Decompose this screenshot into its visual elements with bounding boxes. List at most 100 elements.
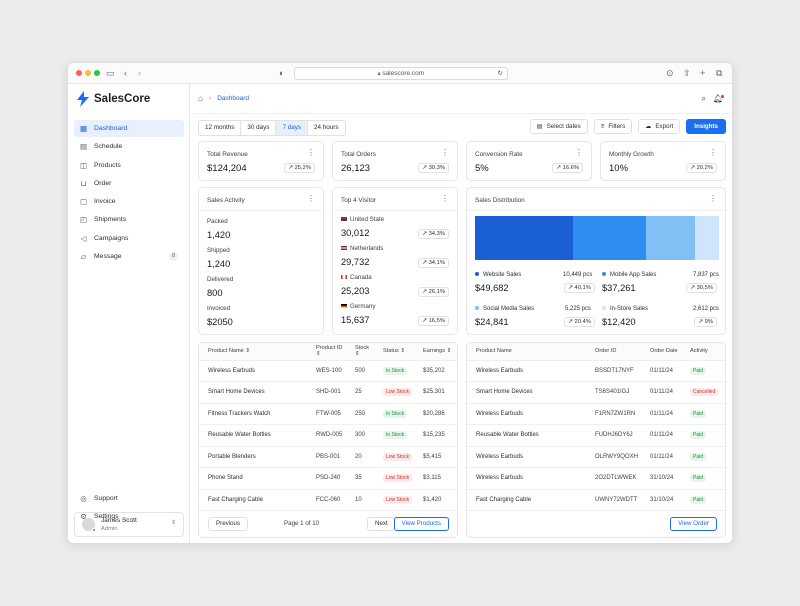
filters-button[interactable]: ≡ Filters bbox=[593, 119, 633, 134]
table-pagination: Previous Page 1 of 10 Next View Products bbox=[199, 509, 457, 537]
kpi-label: Monthly Growth bbox=[609, 151, 654, 158]
product-name: Fitness Trackers Watch bbox=[199, 403, 307, 425]
product-name: Portable Blenders bbox=[199, 446, 307, 468]
column-header[interactable]: Activity bbox=[681, 343, 725, 361]
sidebar-item-message[interactable]: ▱ Message 8 bbox=[74, 248, 184, 265]
more-icon[interactable]: ⋮ bbox=[441, 195, 449, 203]
breadcrumb[interactable]: Dashboard bbox=[217, 95, 249, 102]
sidebar-item-invoice[interactable]: ▢ Invoice bbox=[74, 193, 184, 210]
table-row[interactable]: Reusable Water Bottles FUDHJ6DY6J 01/11/24… bbox=[467, 424, 725, 447]
sidebar-item-label: Invoice bbox=[94, 198, 116, 206]
column-header[interactable]: Order Date bbox=[641, 343, 681, 361]
maximize-window-button[interactable] bbox=[94, 70, 100, 76]
divider bbox=[333, 210, 457, 211]
more-icon[interactable]: ⋮ bbox=[709, 149, 717, 157]
top-visitor-card: Top 4 Visitor ⋮ United State 30,012 ↗ 34… bbox=[332, 187, 458, 335]
distribution-segment[interactable] bbox=[694, 216, 719, 260]
column-header[interactable]: Order ID bbox=[586, 343, 641, 361]
range-7-days[interactable]: 7 days bbox=[276, 121, 309, 135]
chevron-updown-icon[interactable]: ⇕ bbox=[171, 519, 176, 526]
sidebar-item-schedule[interactable]: ▤ Schedule bbox=[74, 138, 184, 155]
table-row[interactable]: Smart Home Devices TS6S401IGJ 01/11/24 Canc… bbox=[467, 381, 725, 404]
search-icon[interactable]: ⌕ bbox=[702, 94, 706, 104]
segment-change-badge: ↗ 20.4% bbox=[564, 317, 595, 327]
sidebar-item-label: Shipments bbox=[94, 216, 127, 224]
arrow-up-icon: ↗ bbox=[698, 319, 703, 325]
close-window-button[interactable] bbox=[76, 70, 82, 76]
table-row[interactable]: Wireless Earbuds WES-100 500 In Stock $35,20… bbox=[199, 360, 457, 382]
column-header[interactable]: Status ⇕ bbox=[374, 343, 414, 361]
column-header-label: Status bbox=[383, 348, 399, 355]
select-dates-label: Select dates bbox=[546, 123, 581, 130]
view-order-button[interactable]: View Order bbox=[670, 517, 717, 531]
sidebar-item-order[interactable]: ⊔ Order bbox=[74, 175, 184, 192]
table-row[interactable]: Wireless Earbuds BSSDT17NYF 01/11/24 Paid bbox=[467, 360, 725, 382]
table-row[interactable]: Phone Stand PSD-240 35 Low Stock $3,115 bbox=[199, 467, 457, 490]
more-icon[interactable]: ⋮ bbox=[709, 195, 717, 203]
minimize-window-button[interactable] bbox=[85, 70, 91, 76]
table-row[interactable]: Fast Charging Cable FCC-060 10 Low Stock $1,… bbox=[199, 489, 457, 511]
previous-button[interactable]: Previous bbox=[208, 517, 249, 531]
address-bar[interactable]: 🔒︎ salescore.com ↻ bbox=[294, 67, 508, 80]
order-id: BSSDT17NYF bbox=[586, 360, 641, 382]
sidebar-item-label: Message bbox=[94, 253, 122, 261]
sidebar-item-campaigns[interactable]: ◁ Campaigns bbox=[74, 230, 184, 247]
bell-icon[interactable]: 🔔︎ bbox=[713, 94, 724, 103]
share-icon[interactable]: ⇪ bbox=[683, 67, 691, 79]
column-header[interactable]: Product Name bbox=[467, 343, 586, 361]
table-row[interactable]: Wireless Earbuds OLRWY9QOXH 01/11/24 Paid bbox=[467, 446, 725, 468]
more-icon[interactable]: ⋮ bbox=[441, 149, 449, 157]
products-table: Product Name ⇕ Product ID ⇕ Stock ⇕ Stat… bbox=[199, 343, 457, 511]
home-icon[interactable]: ⌂ bbox=[198, 94, 203, 103]
product-stock: 500 bbox=[346, 360, 374, 382]
table-row[interactable]: Reusable Water Bottles RWD-005 300 In Stock… bbox=[199, 424, 457, 447]
user-profile-card[interactable]: James Scott Admin ⇕ bbox=[74, 512, 184, 537]
sidebar-item-shipments[interactable]: ◰ Shipments bbox=[74, 211, 184, 228]
sidebar-toggle-icon[interactable]: ▭ bbox=[106, 67, 115, 79]
distribution-segment[interactable] bbox=[572, 216, 646, 260]
view-products-button[interactable]: View Products bbox=[393, 517, 449, 531]
column-header[interactable]: Product ID ⇕ bbox=[307, 343, 346, 361]
product-status: In Stock bbox=[374, 360, 414, 382]
table-row[interactable]: Wireless Earbuds 2O2DTLWWEK 31/10/24 Paid bbox=[467, 467, 725, 490]
visitor-country: Netherlands bbox=[341, 245, 383, 252]
activity-value-shipped: 1,240 bbox=[207, 259, 231, 269]
distribution-segment[interactable] bbox=[645, 216, 695, 260]
shield-icon[interactable]: ◐ bbox=[279, 67, 284, 79]
download-icon[interactable]: ⊙ bbox=[666, 67, 674, 79]
reload-icon[interactable]: ↻ bbox=[498, 68, 503, 79]
table-row[interactable]: Wireless Earbuds F1RN7ZW1RN 01/11/24 Paid bbox=[467, 403, 725, 425]
more-icon[interactable]: ⋮ bbox=[307, 195, 315, 203]
back-icon[interactable]: ‹ bbox=[124, 67, 127, 79]
table-row[interactable]: Fast Charging Cable UWNY72WDTT 31/10/24 Pai… bbox=[467, 489, 725, 511]
next-button[interactable]: Next bbox=[367, 517, 396, 531]
arrow-up-icon: ↗ bbox=[422, 260, 427, 266]
sidebar-item-dashboard[interactable]: ▦ Dashboard bbox=[74, 120, 184, 137]
order-id: 2O2DTLWWEK bbox=[586, 467, 641, 490]
new-tab-icon[interactable]: + bbox=[700, 67, 705, 79]
more-icon[interactable]: ⋮ bbox=[307, 149, 315, 157]
select-dates-button[interactable]: ▤ Select dates bbox=[529, 119, 588, 134]
more-icon[interactable]: ⋮ bbox=[575, 149, 583, 157]
insights-button[interactable]: Insights bbox=[686, 119, 726, 134]
column-header[interactable]: Earnings ⇕ bbox=[414, 343, 457, 361]
sidebar-item-support[interactable]: ◎ Support bbox=[74, 490, 184, 507]
export-button[interactable]: ☁︎ Export bbox=[638, 119, 681, 134]
visitor-country-label: Netherlands bbox=[350, 245, 384, 252]
activity-badge: Paid bbox=[690, 495, 707, 504]
distribution-segment[interactable] bbox=[475, 216, 573, 260]
range-24-hours[interactable]: 24 hours bbox=[308, 121, 345, 135]
sidebar-item-products[interactable]: ◫ Products bbox=[74, 157, 184, 174]
column-header[interactable]: Product Name ⇕ bbox=[199, 343, 307, 361]
range-12-months[interactable]: 12 months bbox=[199, 121, 242, 135]
visitor-change-value: 16,5% bbox=[428, 318, 445, 324]
table-row[interactable]: Portable Blenders PBS-001 20 Low Stock $5,41… bbox=[199, 446, 457, 468]
table-row[interactable]: Smart Home Devices SHD-001 25 Low Stock $25,… bbox=[199, 381, 457, 404]
range-30-days[interactable]: 30 days bbox=[241, 121, 277, 135]
tabs-overview-icon[interactable]: ⧉ bbox=[716, 67, 722, 79]
brand[interactable]: SalesCore bbox=[76, 91, 150, 107]
visitor-country: Germany bbox=[341, 303, 375, 310]
column-header[interactable]: Stock ⇕ bbox=[346, 343, 374, 361]
table-row[interactable]: Fitness Trackers Watch FTW-005 250 In Stock… bbox=[199, 403, 457, 425]
forward-icon[interactable]: › bbox=[138, 67, 141, 79]
